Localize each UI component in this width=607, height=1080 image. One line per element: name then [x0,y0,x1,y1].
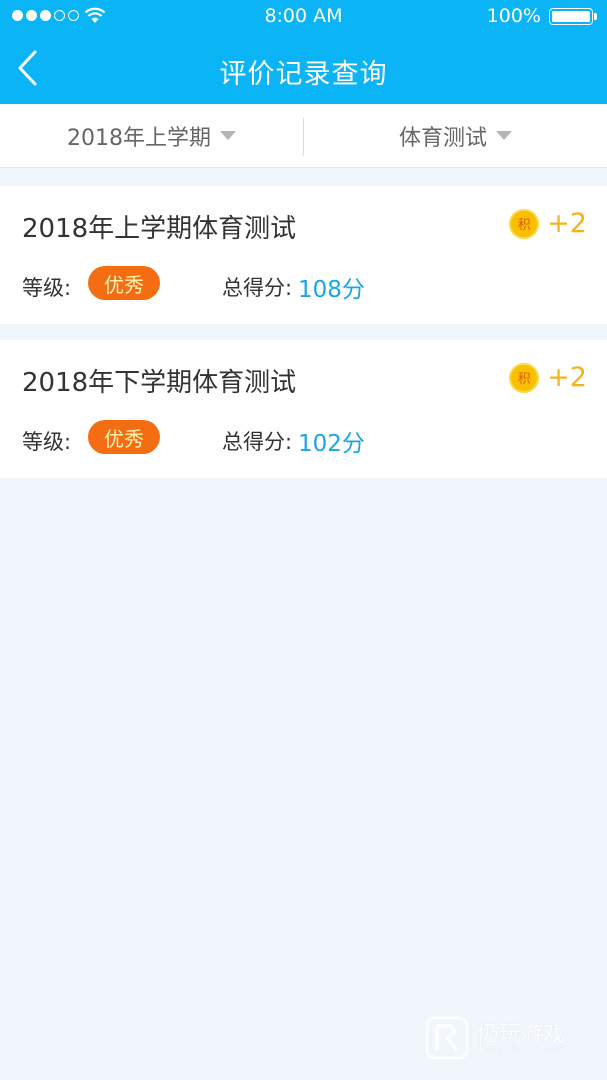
caret-down-icon [496,130,512,140]
filter-bar: 2018年上学期 体育测试 [0,104,607,168]
grade-badge: 优秀 [88,266,160,300]
record-title: 2018年上学期体育测试 [22,214,297,244]
status-bar: 8:00 AM 100% [0,0,607,32]
points-coin-icon: 积 [509,208,540,239]
points-reward: 积 +2 [509,362,587,393]
grade-badge: 优秀 [88,420,160,454]
semester-filter-dropdown[interactable]: 2018年上学期 [0,104,303,168]
page-title: 评价记录查询 [219,59,388,90]
record-title: 2018年下学期体育测试 [22,368,297,398]
watermark: 仍玩游戏 Rengwan Games [425,1016,585,1060]
grade-label: 等级: [22,276,72,300]
app-header: 8:00 AM 100% 评价记录查询 [0,0,607,104]
category-filter-dropdown[interactable]: 体育测试 [304,104,607,168]
points-value: +2 [547,362,587,393]
points-reward: 积 +2 [509,208,587,239]
points-coin-icon: 积 [509,362,540,393]
caret-down-icon [220,130,236,140]
score-value: 108分 [298,277,365,303]
battery-icon [549,8,597,25]
record-card[interactable]: 2018年下学期体育测试 积 +2 等级: 优秀 总得分: 102分 [0,340,607,478]
score-label: 总得分: [222,430,293,454]
battery-percent: 100% [486,5,541,27]
record-card[interactable]: 2018年上学期体育测试 积 +2 等级: 优秀 总得分: 108分 [0,186,607,324]
watermark-logo-icon [425,1016,469,1060]
grade-label: 等级: [22,430,72,454]
watermark-subtitle: Rengwan Games [479,1044,564,1055]
points-value: +2 [547,208,587,239]
score-value: 102分 [298,431,365,457]
score-label: 总得分: [222,276,293,300]
semester-filter-label: 2018年上学期 [67,126,211,151]
category-filter-label: 体育测试 [398,126,487,151]
navigation-bar: 评价记录查询 [0,32,607,104]
